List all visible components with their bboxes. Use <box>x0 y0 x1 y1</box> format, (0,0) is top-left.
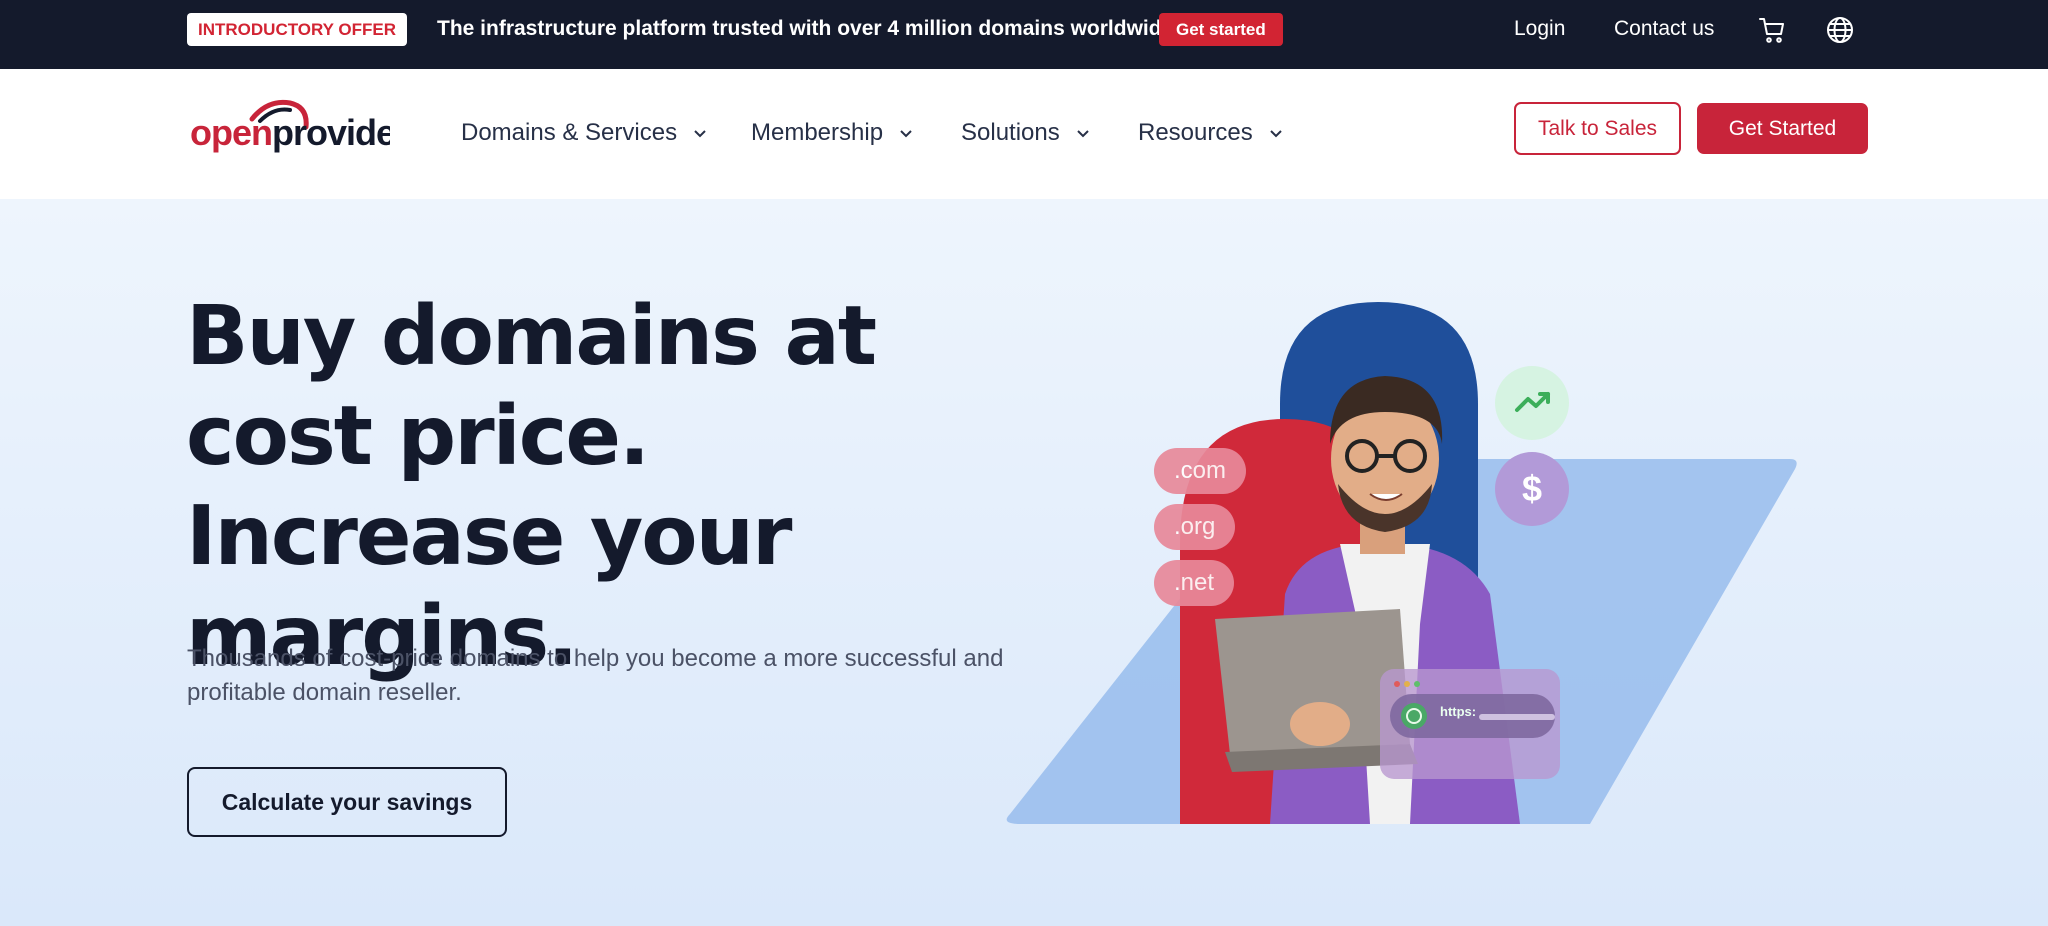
login-link[interactable]: Login <box>1514 0 1565 58</box>
hero-title: Buy domains at cost price. Increase your… <box>186 289 877 684</box>
nav-label: Domains & Services <box>461 119 678 146</box>
hero-section: Buy domains at cost price. Increase your… <box>0 199 2048 926</box>
get-started-top-button[interactable]: Get started <box>1159 13 1283 46</box>
main-navigation: openprovider Domains & Services Membersh… <box>0 69 2048 199</box>
chevron-down-icon <box>1077 130 1089 138</box>
hero-subtitle: Thousands of cost-price domains to help … <box>187 645 1004 706</box>
nav-membership[interactable]: Membership <box>751 113 913 153</box>
nav-label: Resources <box>1138 119 1253 146</box>
dollar-icon: $ <box>1495 452 1569 526</box>
tld-net-pill: .net <box>1154 560 1235 606</box>
nav-solutions[interactable]: Solutions <box>961 113 1090 153</box>
nav-resources[interactable]: Resources <box>1138 113 1283 153</box>
hero-illustration: .com .org .net https: $ <box>1000 294 1820 834</box>
introductory-offer-badge: INTRODUCTORY OFFER <box>187 13 408 46</box>
nav-label: Membership <box>751 119 884 146</box>
announcement-text: The infrastructure platform trusted with… <box>437 17 1174 40</box>
nav-domains-services[interactable]: Domains & Services <box>461 113 707 153</box>
chevron-down-icon <box>900 130 912 138</box>
dollar-symbol: $ <box>1521 468 1543 509</box>
get-started-button[interactable]: Get Started <box>1697 103 1868 154</box>
trending-up-icon <box>1495 366 1569 440</box>
chevron-down-icon <box>1270 130 1282 138</box>
svg-text:openprovider: openprovider <box>190 112 390 153</box>
announcement-bar: INTRODUCTORY OFFER The infrastructure pl… <box>0 0 2048 69</box>
openprovider-logo[interactable]: openprovider <box>190 97 410 159</box>
nav-label: Solutions <box>961 119 1060 146</box>
chevron-down-icon <box>694 130 706 138</box>
tld-com-pill: .com <box>1154 448 1247 494</box>
globe-icon[interactable] <box>1825 15 1855 45</box>
calculate-savings-button[interactable]: Calculate your savings <box>187 767 507 837</box>
talk-to-sales-button[interactable]: Talk to Sales <box>1514 102 1681 155</box>
https-label: https: <box>1440 704 1477 719</box>
contact-us-link[interactable]: Contact us <box>1614 0 1714 58</box>
tld-org-pill: .org <box>1154 504 1236 550</box>
cart-icon[interactable] <box>1757 15 1787 45</box>
